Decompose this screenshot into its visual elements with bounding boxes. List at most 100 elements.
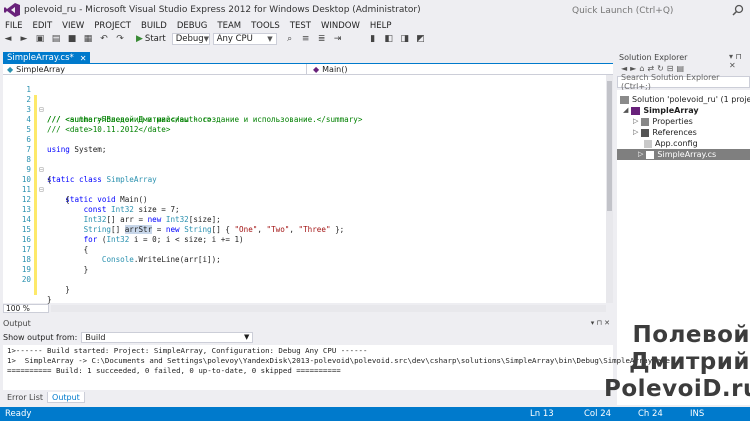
- uncomment-icon[interactable]: ≣: [315, 33, 329, 45]
- menu-file[interactable]: FILE: [0, 21, 28, 31]
- sync-icon[interactable]: ⇄: [647, 64, 654, 73]
- change-marker: [34, 175, 37, 185]
- code-line: 5 using System;: [3, 115, 106, 154]
- menu-tools[interactable]: TOOLS: [246, 21, 285, 31]
- code-line: 16 Console.WriteLine(arr[i]);: [3, 225, 221, 264]
- prev-bookmark-icon[interactable]: ◧: [382, 33, 396, 45]
- change-marker: [34, 155, 37, 165]
- references-icon: [641, 128, 650, 137]
- expanded-icon[interactable]: ◢: [623, 105, 628, 116]
- member-dropdown[interactable]: ◆ Main(): [307, 65, 348, 74]
- properties-icon[interactable]: ▤: [677, 64, 685, 73]
- tab-output[interactable]: Output: [47, 392, 85, 403]
- output-line: 1> SimpleArray -> C:\Documents and Setti…: [7, 356, 670, 365]
- platform-dropdown[interactable]: Any CPU ▼: [212, 33, 277, 45]
- collapsed-icon[interactable]: ▷: [633, 116, 638, 127]
- tree-node-properties[interactable]: ▷ Properties: [633, 116, 693, 127]
- menu-test[interactable]: TEST: [285, 21, 316, 31]
- tree-node-project[interactable]: ◢ SimpleArray: [623, 105, 699, 116]
- find-in-files-icon[interactable]: ⌕: [283, 33, 297, 45]
- scrollbar-thumb[interactable]: [607, 81, 612, 211]
- new-project-icon[interactable]: ▣: [33, 33, 47, 45]
- code-text: using System;: [47, 145, 107, 154]
- tree-node-app-config[interactable]: App.config: [644, 138, 698, 149]
- code-text: {: [47, 195, 70, 204]
- code-text: /// <author>Полевой Дмитрий</author>: [47, 115, 212, 124]
- code-line: 19 }: [3, 255, 70, 294]
- redo-icon[interactable]: ↷: [113, 33, 127, 45]
- collapse-icon[interactable]: ⊟: [39, 185, 44, 195]
- back-icon[interactable]: ◄: [1, 33, 15, 45]
- change-marker: [34, 95, 37, 105]
- watermark-line: PolevoiD.ru: [604, 376, 750, 402]
- back-icon[interactable]: ◄: [621, 64, 627, 73]
- code-text: for (Int32 i = 0; i < size; i += 1): [83, 235, 244, 244]
- output-title: Output: [3, 318, 31, 328]
- code-editor[interactable]: 1 ⊟ /// <summary>Введение в массивы - со…: [3, 75, 606, 304]
- menu-project[interactable]: PROJECT: [89, 21, 136, 31]
- tree-node-label: Properties: [652, 117, 693, 126]
- menu-edit[interactable]: EDIT: [28, 21, 58, 31]
- show-output-from-label: Show output from:: [3, 332, 78, 342]
- output-source-bar: Show output from: Build ▼: [3, 331, 254, 343]
- menu-debug[interactable]: DEBUG: [172, 21, 213, 31]
- save-all-icon[interactable]: ▦: [81, 33, 95, 45]
- code-line: 15 {: [3, 215, 88, 254]
- class-icon: ◆: [7, 64, 14, 74]
- tree-node-simplearray-cs[interactable]: ▷ SimpleArray.cs: [617, 149, 750, 160]
- configuration-dropdown[interactable]: Debug ▼: [171, 33, 210, 45]
- forward-icon[interactable]: ►: [630, 64, 636, 73]
- code-text: {: [47, 175, 52, 184]
- search-icon[interactable]: [732, 4, 744, 16]
- menu-build[interactable]: BUILD: [136, 21, 172, 31]
- change-marker: [34, 205, 37, 215]
- undo-icon[interactable]: ↶: [97, 33, 111, 45]
- collapse-icon[interactable]: ⊟: [39, 165, 44, 175]
- solution-search-input[interactable]: Search Solution Explorer (Ctrl+;): [617, 73, 750, 91]
- menu-window[interactable]: WINDOW: [316, 21, 365, 31]
- wrench-icon: [641, 117, 650, 126]
- tab-error-list[interactable]: Error List: [3, 392, 47, 403]
- code-text: }: [47, 265, 89, 274]
- collapse-icon[interactable]: ⊟: [39, 105, 44, 115]
- quick-launch-input[interactable]: Quick Launch (Ctrl+Q): [568, 4, 730, 18]
- output-line: 1>------ Build started: Project: SimpleA…: [7, 346, 368, 355]
- output-source-dropdown[interactable]: Build ▼: [81, 331, 254, 343]
- code-text: /// <date>10.11.2012</date>: [47, 125, 171, 134]
- output-panel-header: Output ▾ ⊓ ✕: [3, 318, 613, 328]
- chevron-down-icon: ▼: [203, 35, 210, 43]
- indent-icon[interactable]: ⇥: [331, 33, 345, 45]
- collapse-all-icon[interactable]: ⊟: [667, 64, 674, 73]
- menu-help[interactable]: HELP: [365, 21, 397, 31]
- forward-icon[interactable]: ►: [17, 33, 31, 45]
- output-text-area[interactable]: 1>------ Build started: Project: SimpleA…: [3, 345, 670, 390]
- zoom-dropdown[interactable]: 100 %: [3, 304, 49, 313]
- menu-team[interactable]: TEAM: [212, 21, 246, 31]
- editor-horizontal-scrollbar[interactable]: [51, 305, 606, 312]
- collapsed-icon[interactable]: ▷: [638, 149, 643, 160]
- menu-view[interactable]: VIEW: [57, 21, 89, 31]
- code-text: }: [47, 285, 70, 294]
- next-bookmark-icon[interactable]: ◨: [398, 33, 412, 45]
- close-icon[interactable]: ✕: [80, 54, 87, 63]
- collapsed-icon[interactable]: ▷: [633, 127, 638, 138]
- change-marker: [34, 285, 37, 295]
- bookmark-icon[interactable]: ▮: [366, 33, 380, 45]
- chevron-down-icon: ▼: [243, 333, 250, 341]
- code-line: 18: [3, 245, 37, 275]
- start-label: Start: [144, 34, 166, 44]
- code-line: 12 Int32[] arr = new Int32[size];: [3, 185, 221, 224]
- change-marker: [34, 225, 37, 235]
- open-file-icon[interactable]: ▤: [49, 33, 63, 45]
- editor-vertical-scrollbar[interactable]: [606, 75, 613, 303]
- tree-node-label: SimpleArray.cs: [657, 150, 717, 159]
- home-icon[interactable]: ⌂: [639, 64, 644, 73]
- comment-icon[interactable]: ≡: [299, 33, 313, 45]
- start-button[interactable]: ▶ Start: [136, 34, 166, 44]
- save-icon[interactable]: ■: [65, 33, 79, 45]
- type-dropdown[interactable]: ◆ SimpleArray: [3, 64, 307, 74]
- tree-node-solution[interactable]: Solution 'polevoid_ru' (1 project): [620, 94, 750, 105]
- refresh-icon[interactable]: ↻: [657, 64, 664, 73]
- clear-bookmarks-icon[interactable]: ◩: [414, 33, 428, 45]
- tree-node-references[interactable]: ▷ References: [633, 127, 697, 138]
